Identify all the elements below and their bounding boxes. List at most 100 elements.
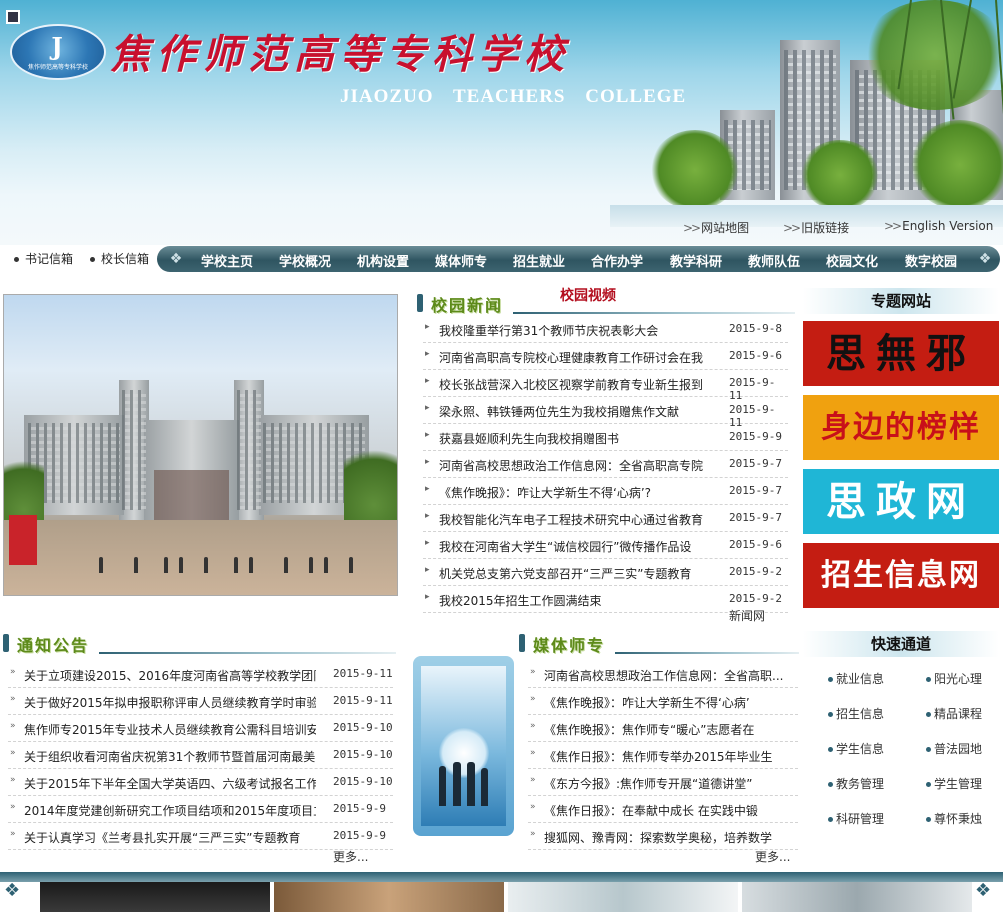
media-item-title[interactable]: 《焦作日报》：焦作师专举办2015年毕业生: [544, 748, 794, 765]
notice-item-date: 2015-9-11: [333, 667, 393, 680]
media-item-title[interactable]: 《焦作晚报》：咋让大学新生不得‘心病’: [544, 694, 794, 711]
notice-item-title[interactable]: 关于组织收看河南省庆祝第31个教师节暨首届河南最美: [24, 748, 316, 765]
media-item[interactable]: » 《焦作日报》：在奉献中成长 在实践中锻: [528, 796, 798, 823]
notice-item-title[interactable]: 关于立项建设2015、2016年度河南省高等学校教学团队: [24, 667, 316, 684]
notice-item-title[interactable]: 关于认真学习《兰考县扎实开展“三严三实”专题教育: [24, 829, 316, 846]
quick-link[interactable]: 尊怀秉烛: [926, 810, 982, 827]
media-item-title[interactable]: 《东方今报》:焦作师专开展“道德讲堂”: [544, 775, 794, 792]
news-item[interactable]: ▸ 河南省高校思想政治工作信息网：全省高职高专院 2015-9-7: [423, 451, 788, 478]
notice-item-date: 2015-9-10: [333, 775, 393, 788]
notice-item[interactable]: » 焦作师专2015年专业技术人员继续教育公需科目培训安 2015-9-10: [8, 715, 393, 742]
quick-link-label: 招生信息: [836, 707, 885, 721]
news-item-title[interactable]: 我校2015年招生工作圆满结束: [439, 592, 724, 609]
notice-item-title[interactable]: 2014年度党建创新研究工作项目结项和2015年度项目立: [24, 802, 316, 819]
president-mailbox-link[interactable]: 校长信箱: [90, 250, 149, 267]
news-item[interactable]: ▸ 机关党总支第六党支部召开“三严三实”专题教育 2015-9-2: [423, 559, 788, 586]
secretary-mailbox-link[interactable]: 书记信箱: [14, 250, 73, 267]
media-title[interactable]: 媒体师专: [533, 632, 605, 656]
media-item[interactable]: » 河南省高校思想政治工作信息网：全省高职...: [528, 661, 798, 688]
nav-cooperation[interactable]: 合作办学: [591, 251, 643, 270]
news-item[interactable]: ▸ 校长张战营深入北校区视察学前教育专业新生报到 2015-9-11: [423, 370, 788, 402]
nav-media[interactable]: 媒体师专: [435, 251, 487, 270]
quick-link-label: 科研管理: [836, 812, 885, 826]
top-link-old-version[interactable]: >> 旧版链接: [783, 219, 849, 236]
notice-item[interactable]: » 关于2015年下半年全国大学英语四、六级考试报名工作 2015-9-10: [8, 769, 393, 796]
media-item[interactable]: » 搜狐网、豫青网：探索数学奥秘，培养数学: [528, 823, 798, 850]
news-item[interactable]: ▸ 我校隆重举行第31个教师节庆祝表彰大会 2015-9-8: [423, 316, 788, 343]
nav-culture[interactable]: 校园文化: [826, 251, 878, 270]
news-item-title[interactable]: 《焦作晚报》：咋让大学新生不得‘心病’?: [439, 484, 724, 501]
footer-photo-4[interactable]: [742, 882, 972, 912]
news-item-title[interactable]: 河南省高校思想政治工作信息网：全省高职高专院: [439, 457, 724, 474]
quick-link[interactable]: 学生管理: [926, 775, 982, 792]
nav-faculty[interactable]: 教师队伍: [748, 251, 800, 270]
notice-item-title[interactable]: 关于2015年下半年全国大学英语四、六级考试报名工作: [24, 775, 316, 792]
news-item[interactable]: ▸ 梁永照、韩铁锤两位先生为我校捐赠焦作文献 2015-9-11: [423, 397, 788, 429]
news-item-title[interactable]: 获嘉县姬顺利先生向我校捐赠图书: [439, 430, 724, 447]
top-link-english[interactable]: >> English Version: [884, 219, 993, 233]
news-item-title[interactable]: 校长张战营深入北校区视察学前教育专业新生报到: [439, 376, 724, 393]
banner-sizheng[interactable]: 思政网: [803, 469, 999, 534]
media-item[interactable]: » 《东方今报》:焦作师专开展“道德讲堂”: [528, 769, 798, 796]
nav-organization[interactable]: 机构设置: [357, 251, 409, 270]
news-item-title[interactable]: 我校智能化汽车电子工程技术研究中心通过省教育: [439, 511, 724, 528]
banner-role-models[interactable]: 身边的榜样: [803, 395, 999, 460]
media-item-title[interactable]: 《焦作日报》：在奉献中成长 在实践中锻: [544, 802, 794, 819]
quick-link[interactable]: 就业信息: [828, 670, 884, 687]
bullet-icon: [828, 712, 833, 717]
notice-item-title[interactable]: 焦作师专2015年专业技术人员继续教育公需科目培训安: [24, 721, 316, 738]
quick-link[interactable]: 精品课程: [926, 705, 982, 722]
nav-overview[interactable]: 学校概况: [279, 251, 331, 270]
quick-link[interactable]: 普法园地: [926, 740, 982, 757]
footer-photo-1[interactable]: [40, 882, 270, 912]
notice-item[interactable]: » 2014年度党建创新研究工作项目结项和2015年度项目立 2015-9-9: [8, 796, 393, 823]
media-item-title[interactable]: 河南省高校思想政治工作信息网：全省高职...: [544, 667, 794, 684]
notice-item[interactable]: » 关于做好2015年拟申报职称评审人员继续教育学时审验 2015-9-11: [8, 688, 393, 715]
quick-link[interactable]: 教务管理: [828, 775, 884, 792]
news-item-title[interactable]: 梁永照、韩铁锤两位先生为我校捐赠焦作文献: [439, 403, 724, 420]
quick-link[interactable]: 学生信息: [828, 740, 884, 757]
media-item[interactable]: » 《焦作晚报》：咋让大学新生不得‘心病’: [528, 688, 798, 715]
news-item[interactable]: ▸ 《焦作晚报》：咋让大学新生不得‘心病’? 2015-9-7: [423, 478, 788, 505]
campus-video-tab[interactable]: 校园视频: [560, 285, 616, 305]
news-item-title[interactable]: 我校在河南省大学生“诚信校园行”微传播作品设: [439, 538, 724, 555]
media-item-title[interactable]: 搜狐网、豫青网：探索数学奥秘，培养数学: [544, 829, 794, 846]
banner-admission-info[interactable]: 招生信息网: [803, 543, 999, 608]
quick-link[interactable]: 招生信息: [828, 705, 884, 722]
media-item-title[interactable]: 《焦作晚报》：焦作师专“暖心”志愿者在: [544, 721, 794, 738]
media-item[interactable]: » 《焦作日报》：焦作师专举办2015年毕业生: [528, 742, 798, 769]
notice-item[interactable]: » 关于立项建设2015、2016年度河南省高等学校教学团队 2015-9-11: [8, 661, 393, 688]
school-logo[interactable]: J 焦作师范高等专科学校: [10, 24, 106, 80]
notice-item[interactable]: » 关于组织收看河南省庆祝第31个教师节暨首届河南最美 2015-9-10: [8, 742, 393, 769]
notice-item[interactable]: » 关于认真学习《兰考县扎实开展“三严三实”专题教育 2015-9-9: [8, 823, 393, 850]
notice-item-date: 2015-9-9: [333, 829, 386, 842]
list-bullet-icon: ▸: [425, 592, 430, 602]
footer-photo-3[interactable]: [508, 882, 738, 912]
banner-siwuxie-label: 思無邪: [826, 330, 976, 377]
quick-link[interactable]: 科研管理: [828, 810, 884, 827]
notices-more-link[interactable]: 更多...: [333, 848, 368, 865]
news-item[interactable]: ▸ 获嘉县姬顺利先生向我校捐赠图书 2015-9-9: [423, 424, 788, 451]
news-item[interactable]: ▸ 河南省高职高专院校心理健康教育工作研讨会在我 2015-9-6: [423, 343, 788, 370]
nav-home[interactable]: 学校主页: [201, 251, 253, 270]
news-item[interactable]: ▸ 我校智能化汽车电子工程技术研究中心通过省教育 2015-9-7: [423, 505, 788, 532]
quick-link[interactable]: 阳光心理: [926, 670, 982, 687]
news-item[interactable]: ▸ 我校在河南省大学生“诚信校园行”微传播作品设 2015-9-6: [423, 532, 788, 559]
notice-item-title[interactable]: 关于做好2015年拟申报职称评审人员继续教育学时审验: [24, 694, 316, 711]
campus-news-title[interactable]: 校园新闻: [431, 292, 503, 316]
media-item[interactable]: » 《焦作晚报》：焦作师专“暖心”志愿者在: [528, 715, 798, 742]
news-item-title[interactable]: 机关党总支第六党支部召开“三严三实”专题教育: [439, 565, 724, 582]
business-people-image[interactable]: [413, 656, 514, 836]
news-site-link[interactable]: 新闻网: [729, 607, 765, 624]
banner-siwuxie[interactable]: 思無邪: [803, 321, 999, 386]
nav-digital[interactable]: 数字校园: [905, 251, 957, 270]
nav-admission[interactable]: 招生就业: [513, 251, 565, 270]
news-item-title[interactable]: 河南省高职高专院校心理健康教育工作研讨会在我: [439, 349, 724, 366]
nav-research[interactable]: 教学科研: [670, 251, 722, 270]
campus-main-photo[interactable]: [3, 294, 398, 596]
footer-photo-2[interactable]: [274, 882, 504, 912]
top-link-sitemap[interactable]: >> 网站地图: [683, 219, 749, 236]
notices-title[interactable]: 通知公告: [17, 632, 89, 656]
news-item-title[interactable]: 我校隆重举行第31个教师节庆祝表彰大会: [439, 322, 724, 339]
media-more-link[interactable]: 更多...: [755, 848, 790, 865]
